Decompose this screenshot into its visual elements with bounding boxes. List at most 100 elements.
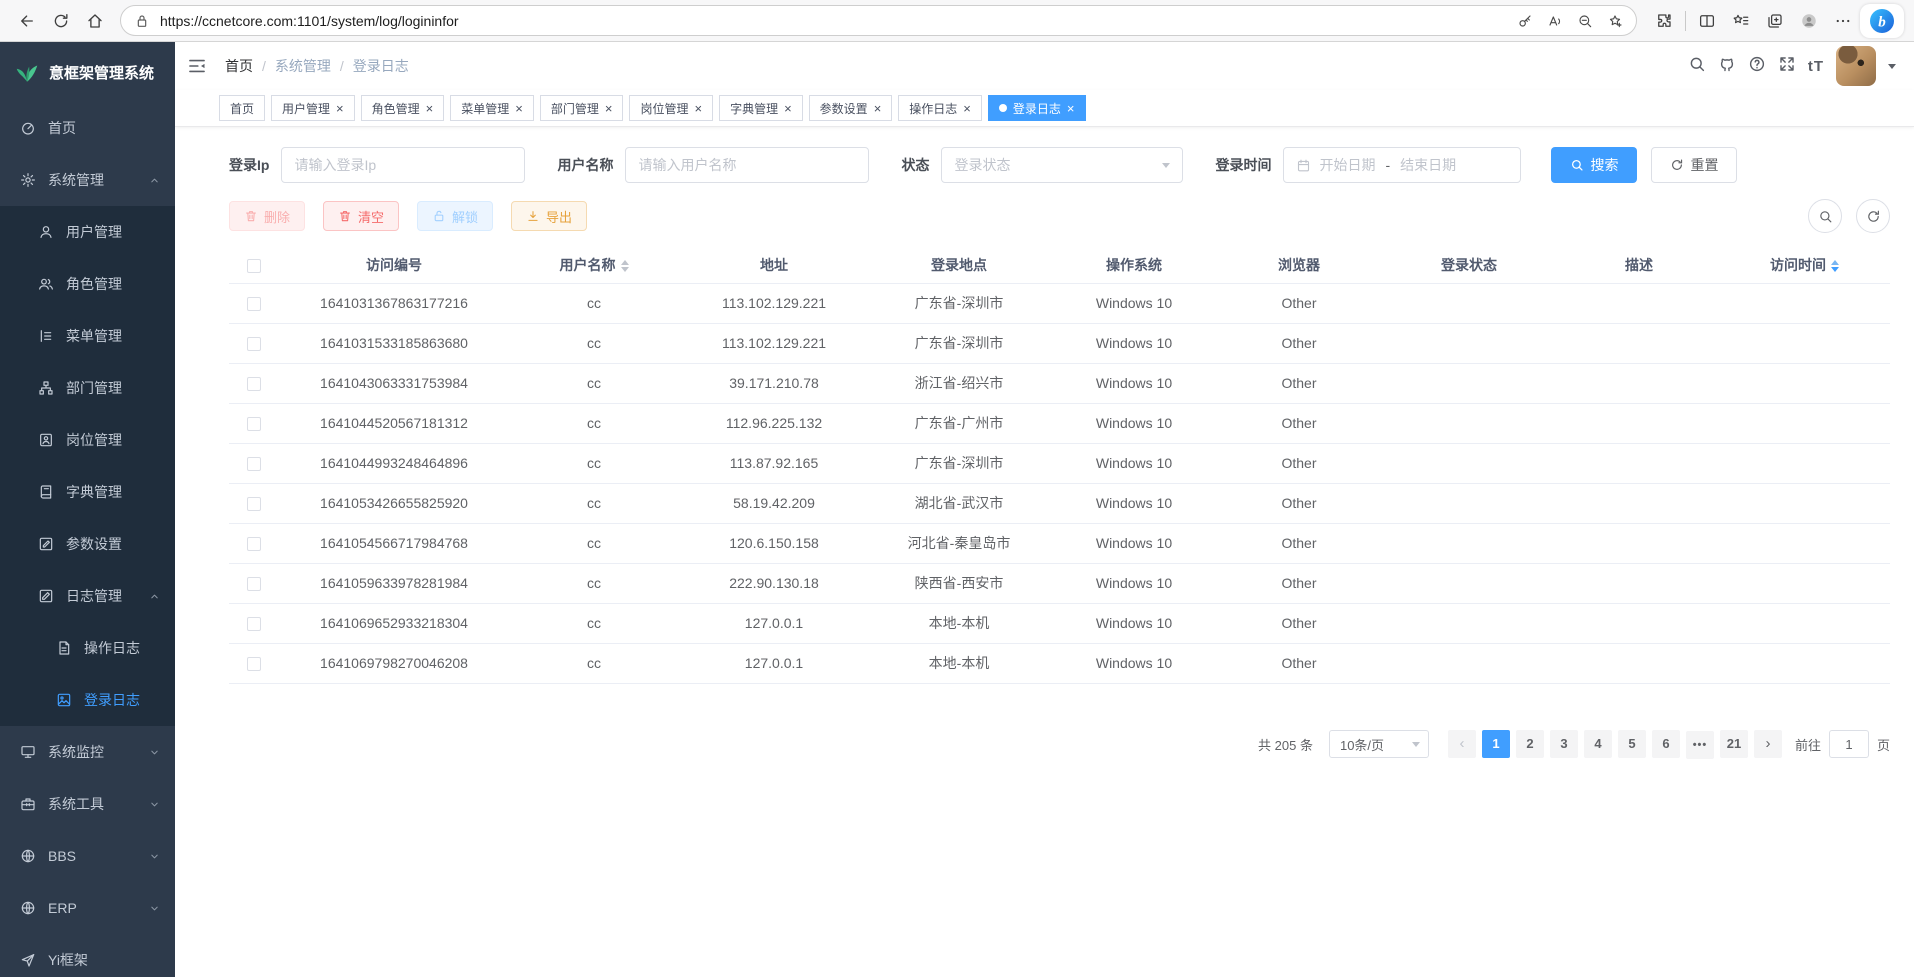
- tab-首页[interactable]: 首页: [219, 95, 265, 121]
- sidebar-item-BBS[interactable]: BBS: [0, 830, 175, 882]
- row-checkbox[interactable]: [247, 337, 261, 351]
- page-button-4[interactable]: 4: [1584, 730, 1612, 758]
- reset-button[interactable]: 重置: [1651, 147, 1737, 183]
- sidebar-item-操作日志[interactable]: 操作日志: [0, 622, 175, 674]
- sort-carets-icon[interactable]: [621, 260, 629, 272]
- breadcrumb-system[interactable]: 系统管理: [275, 56, 331, 76]
- sidebar-item-系统工具[interactable]: 系统工具: [0, 778, 175, 830]
- fullscreen-icon[interactable]: [1778, 55, 1796, 78]
- browser-profile-icon[interactable]: [1792, 4, 1826, 38]
- row-checkbox[interactable]: [247, 617, 261, 631]
- tab-登录日志[interactable]: 登录日志×: [988, 95, 1086, 121]
- copilot-icon[interactable]: b: [1860, 4, 1904, 38]
- collections-icon[interactable]: [1758, 4, 1792, 38]
- username-input[interactable]: [625, 147, 869, 183]
- tab-字典管理[interactable]: 字典管理×: [719, 95, 803, 121]
- refresh-table-button[interactable]: [1856, 199, 1890, 233]
- password-key-icon[interactable]: [1510, 7, 1540, 35]
- row-checkbox[interactable]: [247, 657, 261, 671]
- row-checkbox[interactable]: [247, 377, 261, 391]
- sidebar-item-字典管理[interactable]: 字典管理: [0, 466, 175, 518]
- show-search-toggle-button[interactable]: [1808, 199, 1842, 233]
- page-size-select[interactable]: 10条/页: [1329, 730, 1429, 758]
- search-button[interactable]: 搜索: [1551, 147, 1637, 183]
- row-checkbox[interactable]: [247, 417, 261, 431]
- zoom-out-icon[interactable]: [1570, 7, 1600, 35]
- close-tab-icon[interactable]: ×: [874, 102, 882, 115]
- close-tab-icon[interactable]: ×: [426, 102, 434, 115]
- tab-操作日志[interactable]: 操作日志×: [898, 95, 982, 121]
- close-tab-icon[interactable]: ×: [694, 102, 702, 115]
- column-header[interactable]: 用户名称: [509, 247, 679, 283]
- tab-角色管理[interactable]: 角色管理×: [361, 95, 445, 121]
- tab-参数设置[interactable]: 参数设置×: [809, 95, 893, 121]
- date-range-picker[interactable]: 开始日期 - 结束日期: [1283, 147, 1521, 183]
- page-button-5[interactable]: 5: [1618, 730, 1646, 758]
- tab-岗位管理[interactable]: 岗位管理×: [629, 95, 713, 121]
- help-icon[interactable]: [1748, 55, 1766, 78]
- sidebar-item-首页[interactable]: 首页: [0, 102, 175, 154]
- close-tab-icon[interactable]: ×: [336, 102, 344, 115]
- app-logo[interactable]: 意框架管理系统: [0, 42, 175, 102]
- row-checkbox[interactable]: [247, 537, 261, 551]
- page-button-2[interactable]: 2: [1516, 730, 1544, 758]
- avatar[interactable]: [1836, 46, 1876, 86]
- close-tab-icon[interactable]: ×: [1067, 102, 1075, 115]
- sidebar-item-参数设置[interactable]: 参数设置: [0, 518, 175, 570]
- read-aloud-icon[interactable]: [1540, 7, 1570, 35]
- page-button-6[interactable]: 6: [1652, 730, 1680, 758]
- sidebar-item-登录日志[interactable]: 登录日志: [0, 674, 175, 726]
- browser-menu-icon[interactable]: [1826, 4, 1860, 38]
- sidebar-item-ERP[interactable]: ERP: [0, 882, 175, 934]
- sidebar-item-系统监控[interactable]: 系统监控: [0, 726, 175, 778]
- goto-page-input[interactable]: [1829, 730, 1869, 758]
- sidebar-item-部门管理[interactable]: 部门管理: [0, 362, 175, 414]
- favorites-icon[interactable]: [1724, 4, 1758, 38]
- clear-button[interactable]: 清空: [323, 201, 399, 231]
- more-pages-button[interactable]: •••: [1686, 731, 1714, 759]
- breadcrumb-home[interactable]: 首页: [225, 56, 253, 76]
- close-tab-icon[interactable]: ×: [784, 102, 792, 115]
- collapse-sidebar-icon[interactable]: [187, 56, 207, 76]
- browser-back-button[interactable]: [10, 4, 44, 38]
- github-icon[interactable]: [1718, 55, 1736, 78]
- sidebar-item-角色管理[interactable]: 角色管理: [0, 258, 175, 310]
- page-button-3[interactable]: 3: [1550, 730, 1578, 758]
- sidebar-item-Yi框架[interactable]: Yi框架: [0, 934, 175, 977]
- close-tab-icon[interactable]: ×: [963, 102, 971, 115]
- sidebar-item-用户管理[interactable]: 用户管理: [0, 206, 175, 258]
- sidebar-item-菜单管理[interactable]: 菜单管理: [0, 310, 175, 362]
- row-checkbox[interactable]: [247, 577, 261, 591]
- tab-菜单管理[interactable]: 菜单管理×: [450, 95, 534, 121]
- page-button-1[interactable]: 1: [1482, 730, 1510, 758]
- column-header[interactable]: 访问时间: [1719, 247, 1890, 283]
- address-bar[interactable]: https://ccnetcore.com:1101/system/log/lo…: [120, 5, 1637, 36]
- page-button-21[interactable]: 21: [1720, 730, 1748, 758]
- sidebar-item-日志管理[interactable]: 日志管理: [0, 570, 175, 622]
- browser-refresh-button[interactable]: [44, 4, 78, 38]
- row-checkbox[interactable]: [247, 497, 261, 511]
- browser-home-button[interactable]: [78, 4, 112, 38]
- close-tab-icon[interactable]: ×: [605, 102, 613, 115]
- split-screen-icon[interactable]: [1690, 4, 1724, 38]
- header-search-icon[interactable]: [1688, 55, 1706, 78]
- close-tab-icon[interactable]: ×: [515, 102, 523, 115]
- tab-部门管理[interactable]: 部门管理×: [540, 95, 624, 121]
- extensions-icon[interactable]: [1647, 4, 1681, 38]
- status-select[interactable]: 登录状态: [941, 147, 1183, 183]
- delete-button[interactable]: 删除: [229, 201, 305, 231]
- avatar-dropdown-caret-icon[interactable]: [1888, 64, 1896, 69]
- unlock-button[interactable]: 解锁: [417, 201, 493, 231]
- select-all-checkbox[interactable]: [247, 259, 261, 273]
- prev-page-button[interactable]: ‹: [1448, 730, 1476, 758]
- next-page-button[interactable]: ›: [1754, 730, 1782, 758]
- favorite-add-icon[interactable]: [1600, 7, 1630, 35]
- row-checkbox[interactable]: [247, 457, 261, 471]
- sort-carets-icon[interactable]: [1831, 260, 1839, 272]
- tab-用户管理[interactable]: 用户管理×: [271, 95, 355, 121]
- login-ip-input[interactable]: [281, 147, 525, 183]
- row-checkbox[interactable]: [247, 297, 261, 311]
- font-size-icon[interactable]: tT: [1808, 58, 1824, 75]
- export-button[interactable]: 导出: [511, 201, 587, 231]
- sidebar-item-系统管理[interactable]: 系统管理: [0, 154, 175, 206]
